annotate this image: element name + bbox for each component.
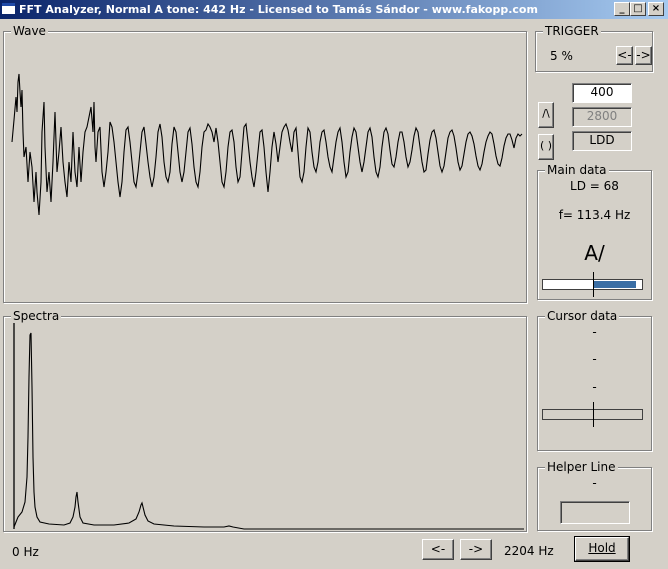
wave-plot[interactable] [4, 32, 526, 302]
level-center-marker [593, 272, 594, 297]
cursor-data-panel: Cursor data - - - [537, 308, 652, 451]
helper-line-value: - [592, 476, 597, 490]
trigger-value: 5 % [550, 49, 573, 63]
frequency-high-field[interactable]: 2800 [572, 107, 632, 127]
cursor-data-label: Cursor data [545, 308, 620, 324]
trigger-panel: TRIGGER 5 % <- -> [535, 23, 653, 72]
cursor-line-1: - [592, 325, 597, 339]
spectra-panel: Spectra [3, 308, 527, 532]
ld-value: LD = 68 [570, 179, 619, 193]
spectrum-line [13, 332, 524, 530]
main-level-bar [542, 272, 643, 297]
waveform-mode-button[interactable]: /\ [538, 102, 554, 128]
note-symbol: A/ [584, 241, 605, 265]
frequency-value: f= 113.4 Hz [558, 208, 631, 222]
cursor-line-3: - [592, 380, 597, 394]
frequency-start-label: 0 Hz [12, 545, 39, 559]
maximize-button[interactable]: □ [630, 2, 646, 16]
trigger-increase-button[interactable]: -> [635, 46, 652, 65]
spectrum-prev-button[interactable]: <- [422, 539, 454, 560]
cursor-level-bar [542, 402, 643, 427]
helper-line-input[interactable] [560, 501, 630, 524]
window-title: FFT Analyzer, Normal A tone: 442 Hz - Li… [19, 3, 538, 16]
level-bar-fill [594, 281, 636, 288]
ear-icon-button[interactable]: ( ) [538, 134, 554, 160]
trigger-label: TRIGGER [543, 23, 601, 39]
spectra-plot[interactable] [4, 317, 526, 531]
minimize-button[interactable]: _ [614, 2, 630, 16]
wave-panel: Wave [3, 23, 527, 303]
helper-line-label: Helper Line [545, 459, 618, 475]
waveform-line [11, 73, 523, 216]
cursor-center-marker [593, 402, 594, 427]
title-bar[interactable]: FFT Analyzer, Normal A tone: 442 Hz - Li… [0, 0, 668, 19]
helper-line-panel: Helper Line - [537, 459, 652, 531]
hold-button[interactable]: Hold [574, 536, 630, 562]
close-button[interactable]: × [648, 2, 664, 16]
app-window-icon [2, 3, 15, 14]
cursor-line-2: - [592, 352, 597, 366]
main-data-panel: Main data LD = 68 f= 113.4 Hz A/ [537, 162, 652, 300]
spectrum-next-button[interactable]: -> [460, 539, 492, 560]
trigger-decrease-button[interactable]: <- [616, 46, 633, 65]
frequency-low-field[interactable]: 400 [572, 83, 632, 103]
main-data-label: Main data [545, 162, 609, 178]
frequency-end-label: 2204 Hz [504, 544, 554, 558]
mode-field[interactable]: LDD [572, 131, 632, 151]
